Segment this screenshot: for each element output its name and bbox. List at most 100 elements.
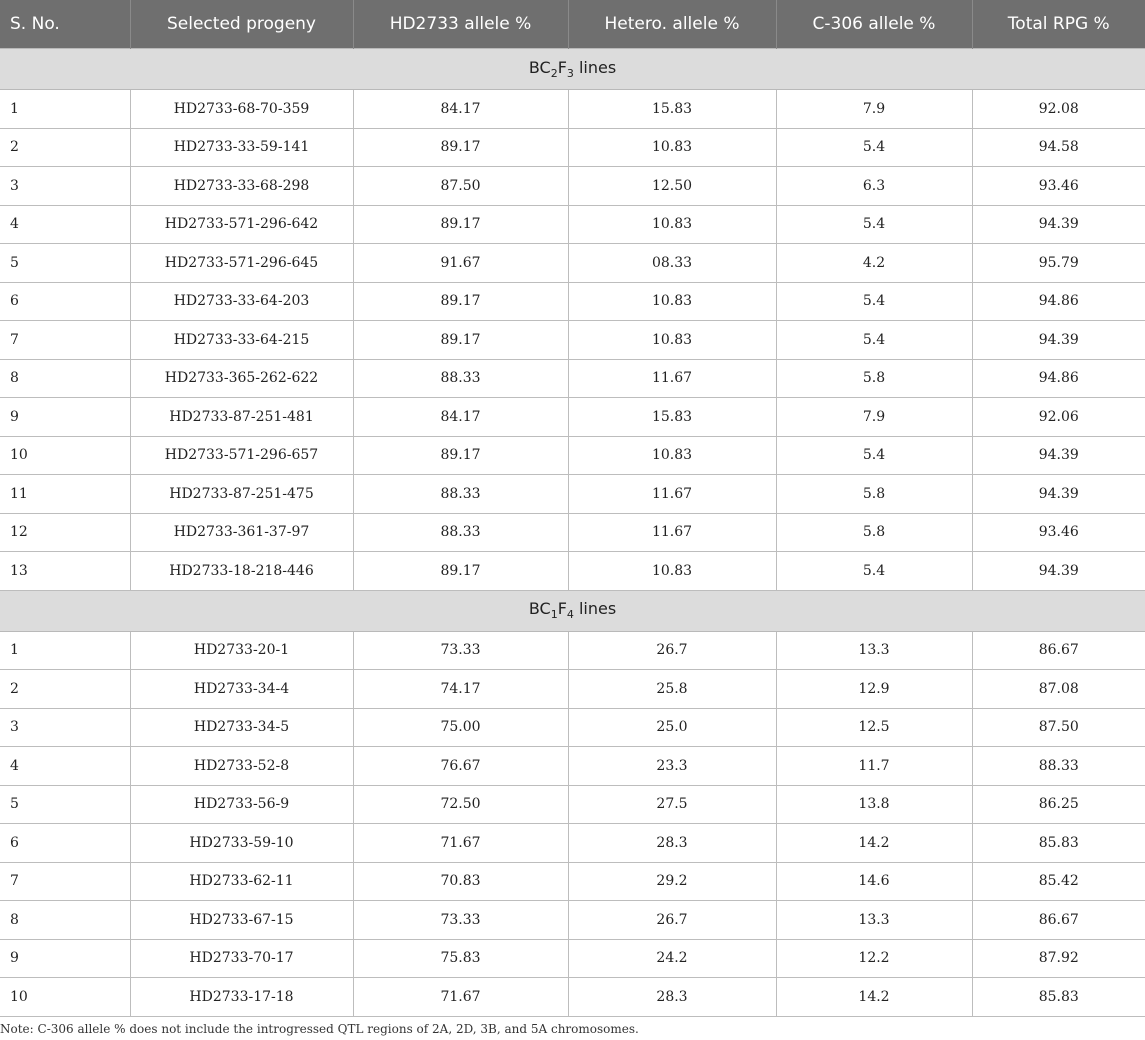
hetero-allele-cell: 10.83	[567, 282, 776, 321]
total-rpg-cell: 94.39	[971, 436, 1145, 475]
hetero-allele-cell: 26.7	[567, 900, 776, 940]
c306-allele-cell: 5.4	[775, 205, 972, 244]
table-row: 9 HD2733-87-251-481 84.17 15.83 7.9 92.06	[0, 397, 1145, 437]
hetero-allele-cell: 12.50	[567, 166, 776, 206]
table-row: 8 HD2733-365-262-622 88.33 11.67 5.8 94.86	[0, 359, 1145, 398]
sno-cell: 5	[0, 785, 130, 824]
hd2733-allele-cell: 88.33	[352, 513, 568, 552]
hetero-allele-cell: 29.2	[567, 862, 776, 901]
table-row: 4 HD2733-52-8 76.67 23.3 11.7 88.33	[0, 746, 1145, 786]
hd2733-allele-cell: 89.17	[352, 320, 568, 360]
hetero-allele-cell: 25.0	[567, 708, 776, 747]
section-title-part: lines	[573, 599, 617, 619]
hetero-allele-cell: 15.83	[567, 397, 776, 437]
sno-cell: 9	[0, 397, 130, 437]
header-selected-progeny: Selected progeny	[129, 0, 353, 49]
sno-cell: 1	[0, 631, 130, 670]
section-header-row: BC2F3 lines	[0, 48, 1145, 90]
sno-cell: 10	[0, 977, 130, 1017]
progeny-cell: HD2733-52-8	[129, 746, 353, 786]
hetero-allele-cell: 28.3	[567, 823, 776, 863]
c306-allele-cell: 13.3	[775, 631, 972, 670]
section-title-part: F	[557, 599, 567, 619]
hetero-allele-cell: 08.33	[567, 243, 776, 283]
progeny-cell: HD2733-20-1	[129, 631, 353, 670]
table-row: 10 HD2733-571-296-657 89.17 10.83 5.4 94.39	[0, 436, 1145, 475]
hetero-allele-cell: 26.7	[567, 631, 776, 670]
table-row: 10 HD2733-17-18 71.67 28.3 14.2 85.83	[0, 977, 1145, 1017]
total-rpg-cell: 85.83	[971, 823, 1145, 863]
section-title-part: BC	[528, 57, 551, 77]
sno-cell: 6	[0, 282, 130, 321]
table-footnote: Note: C-306 allele % does not include th…	[0, 1022, 639, 1036]
table-row: 1 HD2733-68-70-359 84.17 15.83 7.9 92.08	[0, 89, 1145, 129]
hetero-allele-cell: 10.83	[567, 128, 776, 167]
total-rpg-cell: 85.42	[971, 862, 1145, 901]
sno-cell: 13	[0, 551, 130, 591]
c306-allele-cell: 5.8	[775, 474, 972, 514]
c306-allele-cell: 14.2	[775, 823, 972, 863]
total-rpg-cell: 86.67	[971, 631, 1145, 670]
hd2733-allele-cell: 70.83	[352, 862, 568, 901]
total-rpg-cell: 87.50	[971, 708, 1145, 747]
sno-cell: 2	[0, 669, 130, 709]
sno-cell: 9	[0, 939, 130, 978]
sno-cell: 4	[0, 205, 130, 244]
table-row: 5 HD2733-56-9 72.50 27.5 13.8 86.25	[0, 785, 1145, 824]
hetero-allele-cell: 11.67	[567, 359, 776, 398]
hd2733-allele-cell: 76.67	[352, 746, 568, 786]
hetero-allele-cell: 23.3	[567, 746, 776, 786]
c306-allele-cell: 7.9	[775, 397, 972, 437]
progeny-cell: HD2733-67-15	[129, 900, 353, 940]
total-rpg-cell: 86.25	[971, 785, 1145, 824]
progeny-cell: HD2733-56-9	[129, 785, 353, 824]
hd2733-allele-cell: 71.67	[352, 977, 568, 1017]
c306-allele-cell: 7.9	[775, 89, 972, 129]
c306-allele-cell: 11.7	[775, 746, 972, 786]
sno-cell: 3	[0, 708, 130, 747]
hetero-allele-cell: 10.83	[567, 551, 776, 591]
total-rpg-cell: 92.06	[971, 397, 1145, 437]
progeny-cell: HD2733-361-37-97	[129, 513, 353, 552]
hetero-allele-cell: 15.83	[567, 89, 776, 129]
table-row: 13 HD2733-18-218-446 89.17 10.83 5.4 94.39	[0, 551, 1145, 591]
section-title: BC1F4 lines	[0, 589, 1145, 632]
progeny-cell: HD2733-62-11	[129, 862, 353, 901]
sno-cell: 1	[0, 89, 130, 129]
sno-cell: 2	[0, 128, 130, 167]
progeny-cell: HD2733-571-296-657	[129, 436, 353, 475]
hd2733-allele-cell: 84.17	[352, 397, 568, 437]
hd2733-allele-cell: 73.33	[352, 631, 568, 670]
progeny-cell: HD2733-70-17	[129, 939, 353, 978]
section-header-row: BC1F4 lines	[0, 589, 1145, 632]
hd2733-allele-cell: 87.50	[352, 166, 568, 206]
progeny-cell: HD2733-18-218-446	[129, 551, 353, 591]
table-row: 6 HD2733-33-64-203 89.17 10.83 5.4 94.86	[0, 282, 1145, 321]
total-rpg-cell: 88.33	[971, 746, 1145, 786]
progeny-cell: HD2733-87-251-475	[129, 474, 353, 514]
c306-allele-cell: 13.3	[775, 900, 972, 940]
progeny-cell: HD2733-68-70-359	[129, 89, 353, 129]
total-rpg-cell: 94.58	[971, 128, 1145, 167]
section-title-part: F	[557, 57, 567, 77]
c306-allele-cell: 14.2	[775, 977, 972, 1017]
table-row: 6 HD2733-59-10 71.67 28.3 14.2 85.83	[0, 823, 1145, 863]
table-row: 5 HD2733-571-296-645 91.67 08.33 4.2 95.79	[0, 243, 1145, 283]
hd2733-allele-cell: 84.17	[352, 89, 568, 129]
table-header: S. No. Selected progeny HD2733 allele % …	[0, 0, 1145, 49]
hd2733-allele-cell: 75.00	[352, 708, 568, 747]
header-hd2733-allele: HD2733 allele %	[352, 0, 568, 49]
header-total-rpg: Total RPG %	[971, 0, 1145, 49]
hetero-allele-cell: 25.8	[567, 669, 776, 709]
sno-cell: 7	[0, 320, 130, 360]
total-rpg-cell: 86.67	[971, 900, 1145, 940]
hd2733-allele-cell: 88.33	[352, 474, 568, 514]
section-title-part: lines	[573, 57, 617, 77]
total-rpg-cell: 93.46	[971, 513, 1145, 552]
sno-cell: 12	[0, 513, 130, 552]
hd2733-allele-cell: 71.67	[352, 823, 568, 863]
section-title-part: 1	[550, 608, 558, 622]
sno-cell: 6	[0, 823, 130, 863]
sno-cell: 8	[0, 359, 130, 398]
progeny-cell: HD2733-59-10	[129, 823, 353, 863]
